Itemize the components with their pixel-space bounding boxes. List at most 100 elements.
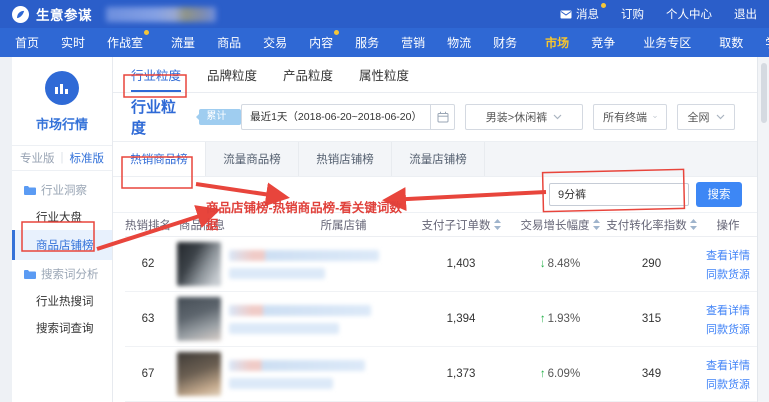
growth-value: 6.09% [548,368,581,380]
folder-icon [24,269,36,279]
notification-dot [334,30,339,35]
logout-link[interactable]: 退出 [734,6,757,22]
sidebar-item-industry-insight[interactable]: 行业洞察 [12,176,112,203]
orders-value: 1,373 [406,368,516,380]
tab-brand-granularity[interactable]: 品牌粒度 [207,57,257,92]
title-row: 行业粒度 累计值 最近1天（2018-06-20~2018-06-20） 男装>… [113,93,757,141]
sidebar-item-hot-search-words[interactable]: 行业热搜词 [12,287,112,314]
actions-cell: 查看详情同款货源 [699,247,757,282]
nav-item-market[interactable]: 市场 [534,34,580,51]
sort-icon[interactable] [690,219,697,230]
tab-professional[interactable]: 专业版 [20,150,55,166]
rank-value: 62 [125,258,171,270]
search-input[interactable] [549,183,689,206]
product-cell [171,242,281,286]
product-cell [171,352,281,396]
nav-item-competition[interactable]: 竞争 [580,34,626,51]
tab-traffic-product-ranking[interactable]: 流量商品榜 [206,142,299,176]
market-quotes-icon [45,71,79,105]
tab-industry-granularity[interactable]: 行业粒度 [131,57,181,92]
growth-cell: ↑6.09% [516,368,604,380]
growth-arrow: ↓ [540,258,546,270]
granularity-tabs: 行业粒度 品牌粒度 产品粒度 属性粒度 [113,57,757,93]
sidebar-item-product-shop-ranking[interactable]: 商品店铺榜 [12,230,112,260]
calendar-icon[interactable] [430,105,454,129]
cumulative-value-badge: 累计值 [199,109,241,125]
scrollbar[interactable] [761,63,767,123]
col-conversion-index[interactable]: 支付转化率指数 [604,217,699,233]
left-gutter [0,57,12,402]
view-details-link[interactable]: 查看详情 [706,302,750,318]
sidebar-item-search-word-query[interactable]: 搜索词查询 [12,314,112,341]
sidebar-item-label: 行业洞察 [41,182,87,198]
header-label: 支付子订单数 [422,217,491,233]
sort-icon[interactable] [494,219,501,230]
growth-arrow: ↑ [540,313,546,325]
notification-dot [601,3,606,8]
same-supply-link[interactable]: 同款货源 [706,376,750,392]
main-content: 行业粒度 品牌粒度 产品粒度 属性粒度 行业粒度 累计值 最近1天（2018-0… [113,57,757,402]
col-growth[interactable]: 交易增长幅度 [516,217,604,233]
chevron-down-icon [716,114,725,120]
nav-item-business-zone[interactable]: 业务专区 [632,34,702,51]
nav-item-realtime[interactable]: 实时 [50,34,96,51]
brand-name: 生意参谋 [36,4,92,24]
nav-item-traffic[interactable]: 流量 [160,34,206,51]
view-details-link[interactable]: 查看详情 [706,247,750,263]
tab-standard[interactable]: 标准版 [70,150,105,166]
sidebar-item-search-analysis[interactable]: 搜索词分析 [12,260,112,287]
sidebar-menu: 行业洞察 行业大盘 商品店铺榜 搜索词分析 行业热搜词 搜索词查询 [12,171,112,341]
same-supply-link[interactable]: 同款货源 [706,266,750,282]
col-paid-suborders[interactable]: 支付子订单数 [406,217,516,233]
table-row: 63 1,394 ↑1.93% 315 查看详情同款货源 [125,292,757,347]
tab-hot-product-ranking[interactable]: 热销商品榜 [113,142,206,176]
ranking-subtabs: 热销商品榜 流量商品榜 热销店铺榜 流量店铺榜 [113,141,757,177]
col-shop: 所属店铺 [281,217,406,233]
tab-product-granularity[interactable]: 产品粒度 [283,57,333,92]
envelope-icon [560,10,572,19]
tab-attribute-granularity[interactable]: 属性粒度 [359,57,409,92]
nav-item-academy[interactable]: 学院 [754,34,769,51]
nav-item-data-fetch[interactable]: 取数 [708,34,754,51]
scope-value: 全网 [688,109,710,125]
growth-arrow: ↑ [540,368,546,380]
nav-item-logistics[interactable]: 物流 [436,34,482,51]
nav-item-home[interactable]: 首页 [4,34,50,51]
logo-icon [12,6,29,23]
main-nav: 首页 实时 作战室 流量 商品 交易 内容 服务 营销 物流 财务 市场 竞争 … [0,28,769,57]
tab-traffic-shop-ranking[interactable]: 流量店铺榜 [392,142,485,176]
order-link[interactable]: 订购 [621,6,644,22]
messages-link[interactable]: 消息 [560,6,599,22]
view-details-link[interactable]: 查看详情 [706,357,750,373]
header-label: 交易增长幅度 [521,217,590,233]
growth-value: 8.48% [548,258,581,270]
growth-value: 1.93% [548,313,581,325]
nav-item-war-room[interactable]: 作战室 [96,34,154,51]
nav-item-finance[interactable]: 财务 [482,34,528,51]
sidebar-title: 市场行情 [12,114,112,133]
logo[interactable]: 生意参谋 [12,4,92,24]
nav-item-content[interactable]: 内容 [298,34,344,51]
sidebar-item-label: 搜索词分析 [41,266,99,282]
category-select[interactable]: 男装>休闲裤 [465,104,583,130]
tab-divider: | [61,152,64,164]
sidebar: 市场行情 专业版 | 标准版 行业洞察 行业大盘 商品店铺榜 搜索词分析 行业热… [12,57,113,402]
same-supply-link[interactable]: 同款货源 [706,321,750,337]
sidebar-item-industry-overview[interactable]: 行业大盘 [12,203,112,230]
rank-value: 63 [125,313,171,325]
date-range-picker[interactable]: 最近1天（2018-06-20~2018-06-20） [241,104,455,130]
col-actions: 操作 [699,217,757,233]
table-row: 62 1,403 ↓8.48% 290 查看详情同款货源 [125,237,757,292]
personal-center-link[interactable]: 个人中心 [666,6,712,22]
scope-select[interactable]: 全网 [677,104,735,130]
nav-item-products[interactable]: 商品 [206,34,252,51]
sort-icon[interactable] [593,219,600,230]
nav-item-trade[interactable]: 交易 [252,34,298,51]
terminal-select[interactable]: 所有终端 [593,104,667,130]
nav-item-services[interactable]: 服务 [344,34,390,51]
col-rank: 热销排名 [125,217,171,233]
nav-item-marketing[interactable]: 营销 [390,34,436,51]
rank-value: 67 [125,368,171,380]
tab-hot-shop-ranking[interactable]: 热销店铺榜 [299,142,392,176]
search-button[interactable]: 搜索 [696,182,742,207]
